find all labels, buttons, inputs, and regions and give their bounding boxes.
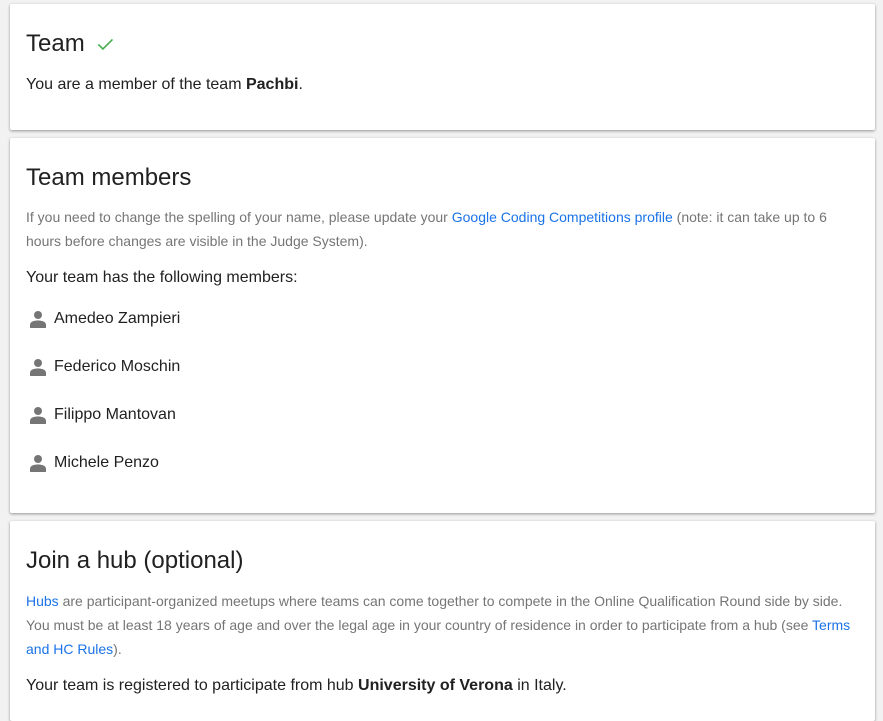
- hub-description-end: ).: [113, 641, 122, 657]
- registration-suffix: in Italy.: [512, 677, 567, 694]
- hub-registration-text: Your team is registered to participate f…: [26, 675, 859, 697]
- list-item: Filippo Mantovan: [30, 403, 176, 427]
- list-item: Federico Moschin: [30, 355, 180, 379]
- team-membership-text: You are a member of the team Pachbi.: [26, 74, 859, 96]
- member-name: Filippo Mantovan: [54, 406, 176, 423]
- person-icon: [30, 311, 46, 328]
- team-name: Pachbi: [245, 76, 299, 93]
- member-name: Federico Moschin: [54, 358, 181, 375]
- membership-prefix: You are a member of the team: [26, 76, 246, 93]
- hub-name: University of Verona: [358, 677, 513, 694]
- person-icon: [30, 407, 46, 424]
- note-prefix: If you need to change the spelling of yo…: [26, 209, 452, 225]
- list-item: Michele Penzo: [30, 451, 159, 475]
- checkmark-icon: [95, 34, 115, 59]
- person-icon: [30, 359, 46, 376]
- member-name: Michele Penzo: [54, 454, 159, 471]
- team-heading-row: Team: [26, 29, 859, 59]
- membership-suffix: .: [298, 76, 303, 93]
- join-hub-card: Join a hub (optional) Hubs are participa…: [10, 521, 875, 721]
- list-item: Amedeo Zampieri: [30, 307, 180, 331]
- name-spelling-note: If you need to change the spelling of yo…: [26, 205, 859, 253]
- hub-description-text: are participant-organized meetups where …: [26, 593, 843, 633]
- join-hub-title: Join a hub (optional): [26, 547, 244, 574]
- registration-prefix: Your team is registered to participate f…: [26, 677, 359, 694]
- coding-competitions-profile-link[interactable]: Google Coding Competitions profile: [452, 209, 673, 225]
- team-members-card: Team members If you need to change the s…: [10, 138, 875, 513]
- team-card: Team You are a member of the team Pachbi…: [10, 4, 875, 130]
- member-name: Amedeo Zampieri: [54, 310, 181, 327]
- hubs-link[interactable]: Hubs: [26, 593, 59, 609]
- hub-description: Hubs are participant-organized meetups w…: [26, 589, 859, 661]
- members-list-intro: Your team has the following members:: [26, 269, 298, 286]
- person-icon: [30, 455, 46, 472]
- team-title: Team: [26, 30, 85, 57]
- team-members-title: Team members: [26, 164, 192, 191]
